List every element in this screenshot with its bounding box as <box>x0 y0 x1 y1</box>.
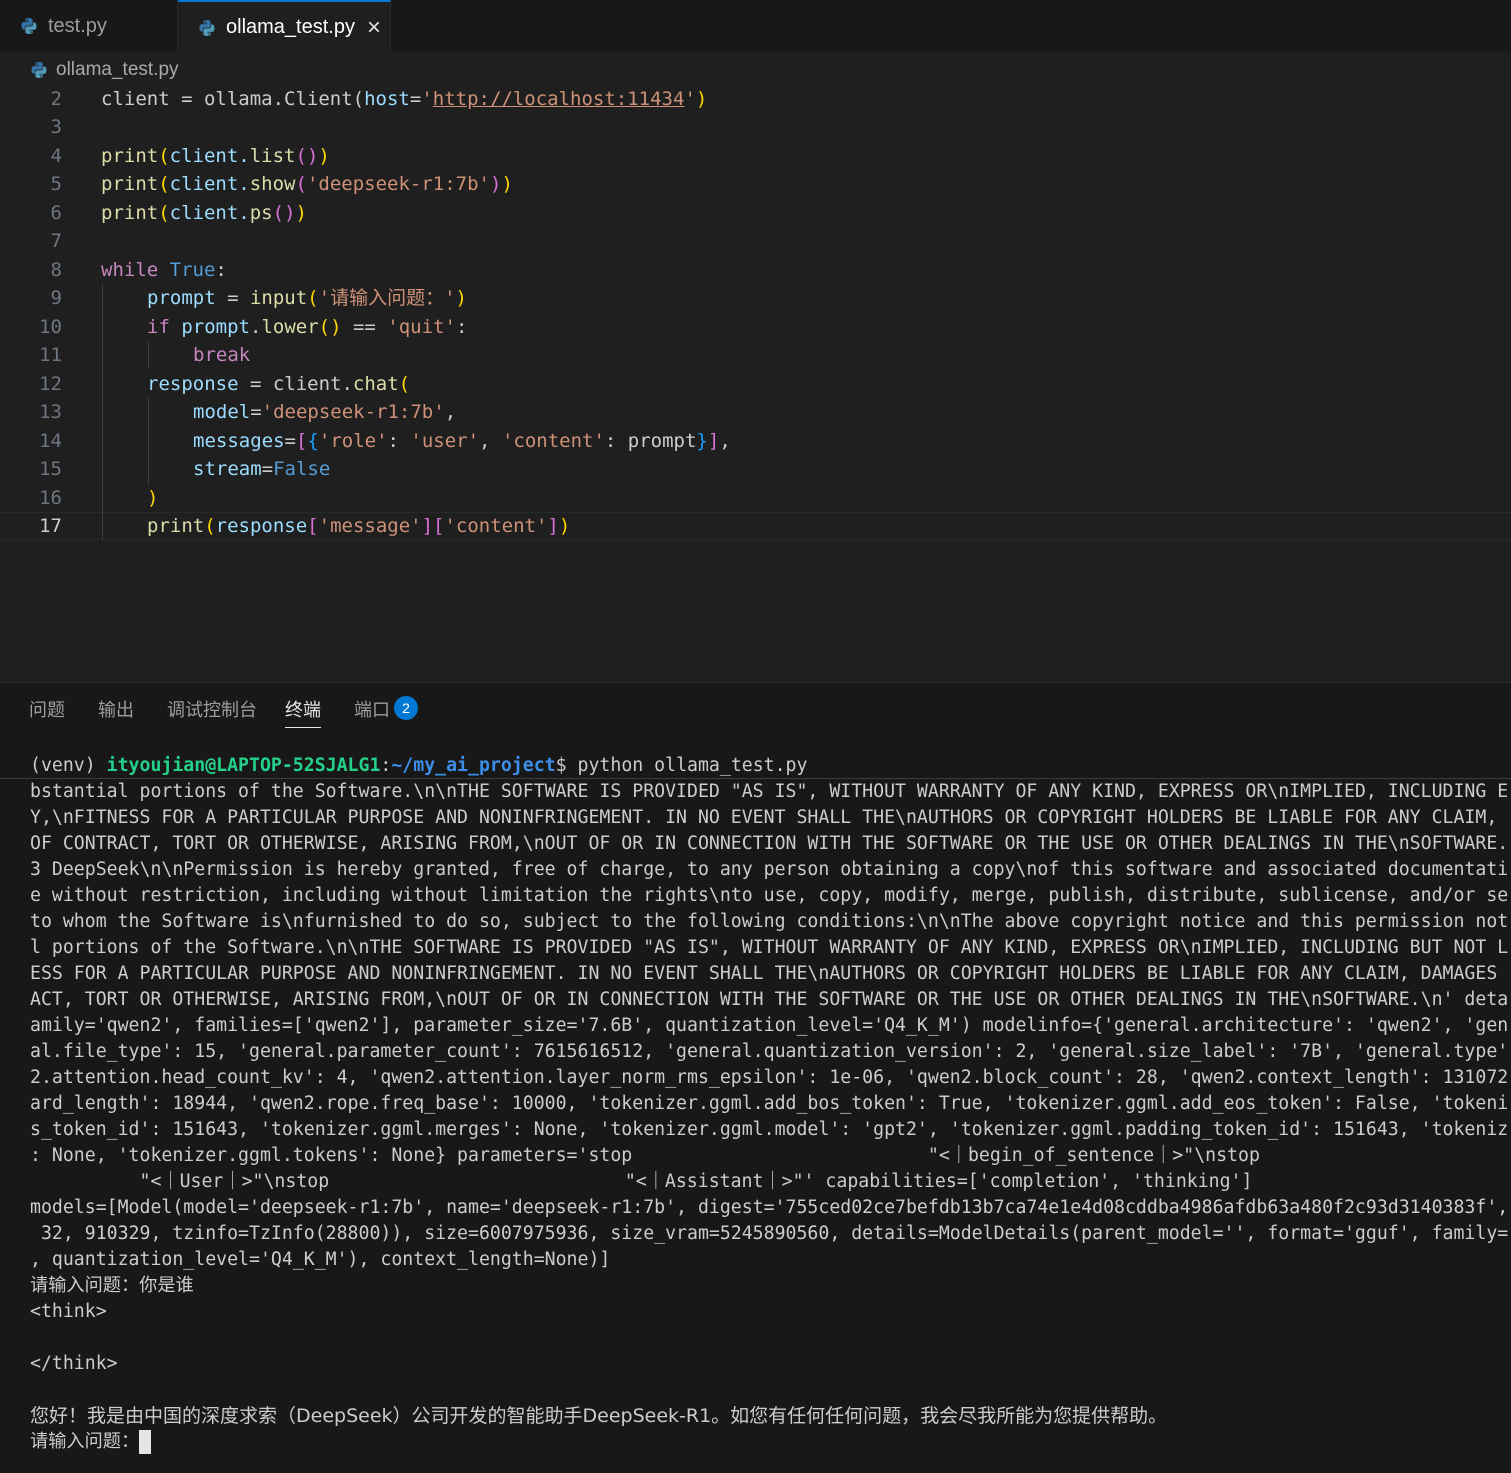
terminal-line: amily='qwen2', families=['qwen2'], param… <box>30 1015 1509 1036</box>
breadcrumb: ollama_test.py <box>0 52 1511 88</box>
terminal-input-line[interactable]: 请输入问题： <box>30 1429 152 1455</box>
python-file-icon <box>30 61 48 79</box>
terminal-line: l portions of the Software.\n\nTHE SOFTW… <box>30 937 1509 958</box>
code-line-9: prompt = input('请输入问题：') <box>147 287 467 309</box>
code-line-2: client = ollama.Client(host='http://loca… <box>101 88 708 110</box>
terminal-line: e without restriction, including without… <box>30 885 1509 906</box>
line-number: 10 <box>39 316 62 338</box>
tab-label: test.py <box>48 14 107 37</box>
close-icon[interactable]: × <box>367 15 381 40</box>
python-file-icon <box>20 17 38 35</box>
code-line-5: print(client.show('deepseek-r1:7b')) <box>101 173 513 195</box>
tab-ports[interactable]: 端口 <box>354 697 390 727</box>
terminal-input-prompt: 请输入问题： <box>30 1431 140 1452</box>
code-line-8: while True: <box>101 259 227 281</box>
code-editor[interactable]: 2 3 4 5 6 7 8 9 10 11 12 13 14 15 16 17 … <box>0 88 1511 682</box>
line-number: 15 <box>39 458 62 480</box>
terminal-line: ard_length': 18944, 'qwen2.rope.freq_bas… <box>30 1093 1509 1114</box>
line-number: 11 <box>39 344 62 366</box>
panel-tab-bar: 问题 输出 调试控制台 终端 端口 2 <box>0 683 1511 735</box>
terminal-line: : None, 'tokenizer.ggml.tokens': None} p… <box>30 1145 1260 1166</box>
code-line-6: print(client.ps()) <box>101 202 307 224</box>
code-line-13: model='deepseek-r1:7b', <box>193 401 457 423</box>
url-link[interactable]: http://localhost:11434 <box>433 88 685 110</box>
python-file-icon <box>198 19 216 37</box>
terminal-output[interactable]: (venv) ityoujian@LAPTOP-52SJALG1:~/my_ai… <box>0 751 1511 1473</box>
line-number: 13 <box>39 401 62 423</box>
terminal-line: al.file_type': 15, 'general.parameter_co… <box>30 1041 1509 1062</box>
line-number-current: 17 <box>39 515 62 537</box>
terminal-line: 32, 910329, tzinfo=TzInfo(28800)), size=… <box>30 1223 1509 1244</box>
terminal-line: 3 DeepSeek\n\nPermission is hereby grant… <box>30 859 1509 880</box>
bottom-panel: 问题 输出 调试控制台 终端 端口 2 (venv) ityoujian@LAP… <box>0 683 1511 1473</box>
code-line-17: print(response['message']['content']) <box>147 515 571 537</box>
indent-guide <box>148 341 149 369</box>
line-number: 12 <box>39 373 62 395</box>
terminal-line: 请输入问题：你是谁 <box>30 1275 194 1296</box>
code-line-15: stream=False <box>193 458 331 480</box>
terminal-line: ACT, TORT OR OTHERWISE, ARISING FROM,\nO… <box>30 989 1509 1010</box>
tab-label: ollama_test.py <box>226 16 355 38</box>
terminal-line: , quantization_level='Q4_K_M'), context_… <box>30 1249 611 1270</box>
line-number: 5 <box>50 173 62 195</box>
tab-debug-console[interactable]: 调试控制台 <box>167 697 257 727</box>
editor-tab-bar: test.py ollama_test.py × <box>0 0 1511 53</box>
code-line-4: print(client.list()) <box>101 145 330 167</box>
indent-guide <box>102 284 103 540</box>
terminal-line: OF CONTRACT, TORT OR OTHERWISE, ARISING … <box>30 833 1509 854</box>
line-number: 6 <box>50 202 62 224</box>
terminal-line: 您好！我是由中国的深度求索（DeepSeek）公司开发的智能助手DeepSeek… <box>30 1405 1168 1427</box>
code-line-14: messages=[{'role': 'user', 'content': pr… <box>193 430 731 452</box>
line-number: 3 <box>50 116 62 138</box>
code-line-10: if prompt.lower() == 'quit': <box>147 316 468 338</box>
line-number: 8 <box>50 259 62 281</box>
line-number: 4 <box>50 145 62 167</box>
tab-problems[interactable]: 问题 <box>29 697 65 727</box>
code-line-11: break <box>193 344 251 366</box>
terminal-line: </think> <box>30 1353 118 1374</box>
terminal-cursor <box>139 1430 152 1454</box>
breadcrumb-file[interactable]: ollama_test.py <box>56 59 179 81</box>
line-number: 2 <box>50 88 62 110</box>
terminal-line: s_token_id': 151643, 'tokenizer.ggml.mer… <box>30 1119 1509 1140</box>
terminal-prompt-line: (venv) ityoujian@LAPTOP-52SJALG1:~/my_ai… <box>30 755 808 776</box>
tab-output[interactable]: 输出 <box>98 697 134 727</box>
tab-terminal[interactable]: 终端 <box>285 697 321 728</box>
terminal-line: 2.attention.head_count_kv': 4, 'qwen2.at… <box>30 1067 1509 1088</box>
code-line-12: response = client.chat( <box>147 373 411 395</box>
line-number: 14 <box>39 430 62 452</box>
tab-test-py[interactable]: test.py <box>0 0 178 52</box>
terminal-line: Y,\nFITNESS FOR A PARTICULAR PURPOSE AND… <box>30 807 1498 828</box>
line-number: 16 <box>39 487 62 509</box>
line-number: 7 <box>50 230 62 252</box>
line-number: 9 <box>50 287 62 309</box>
tab-ollama-test-py[interactable]: ollama_test.py × <box>178 0 391 53</box>
terminal-line: "<｜User｜>"\nstop "<｜Assistant｜>"' capabi… <box>30 1171 1253 1192</box>
terminal-line: ESS FOR A PARTICULAR PURPOSE AND NONINFR… <box>30 963 1498 984</box>
code-line-16: ) <box>147 487 159 509</box>
indent-guide <box>148 398 149 484</box>
terminal-line: to whom the Software is\nfurnished to do… <box>30 911 1509 932</box>
terminal-line: bstantial portions of the Software.\n\nT… <box>30 781 1509 802</box>
terminal-line: <think> <box>30 1301 107 1322</box>
terminal-line: models=[Model(model='deepseek-r1:7b', na… <box>30 1197 1509 1218</box>
ports-count-badge: 2 <box>394 696 418 720</box>
